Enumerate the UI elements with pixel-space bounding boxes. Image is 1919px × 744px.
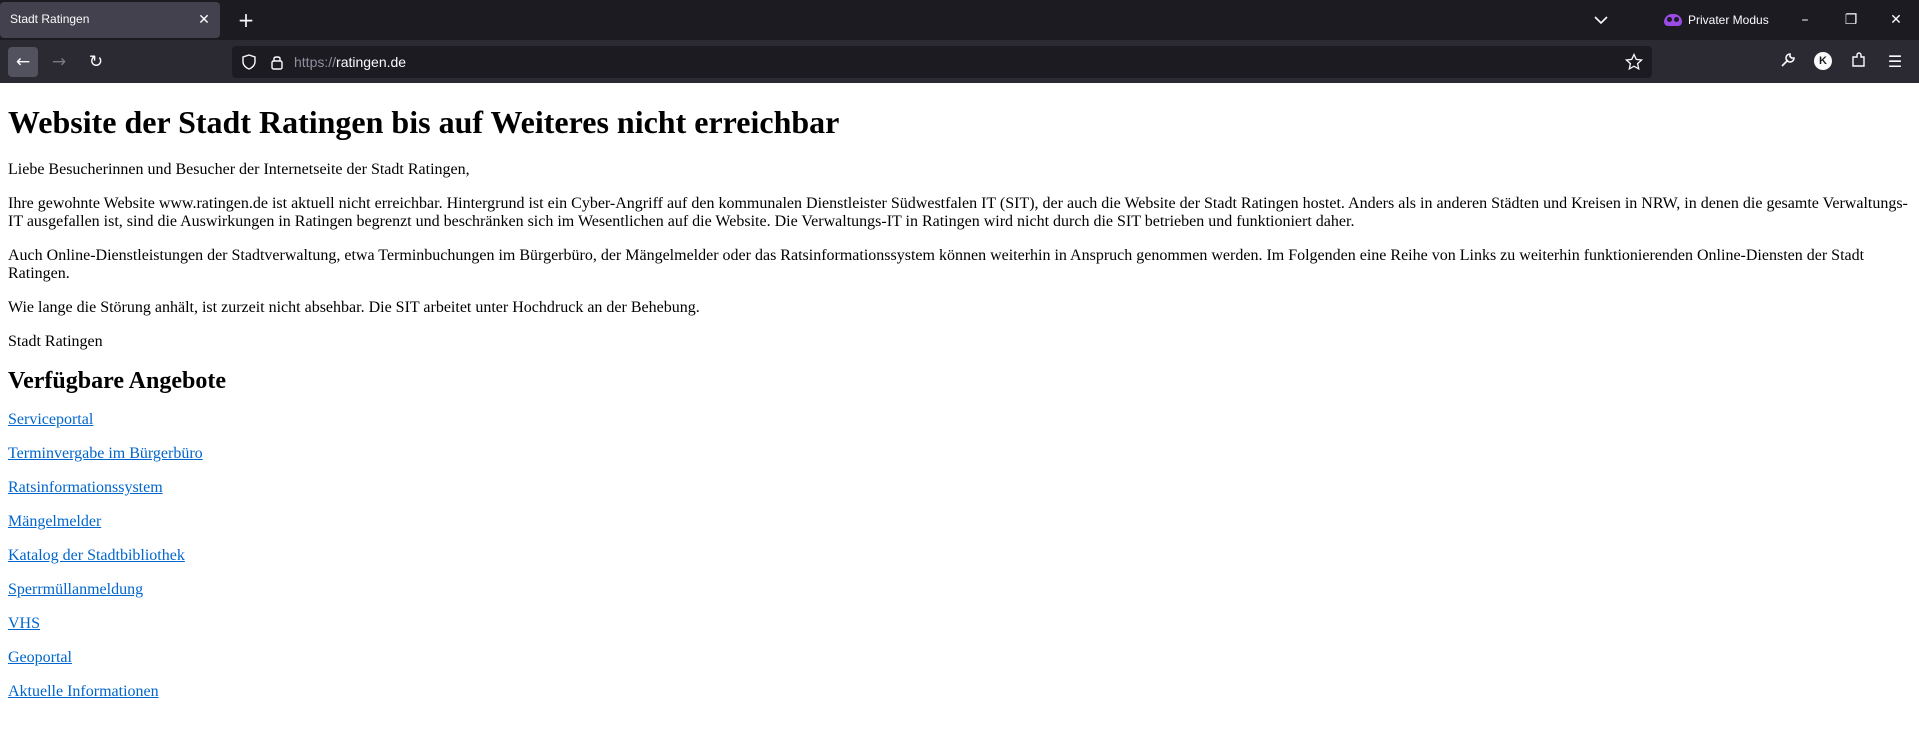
link-item: Geoportal [8,649,1911,667]
close-tab-icon[interactable]: ✕ [194,10,214,30]
private-mode-label: Privater Modus [1688,13,1769,27]
link-maengelmelder[interactable]: Mängelmelder [8,513,101,530]
tab-active[interactable]: Stadt Ratingen ✕ [0,2,220,38]
private-mask-icon [1664,14,1682,26]
body-paragraph-1: Ihre gewohnte Website www.ratingen.de is… [8,195,1908,230]
body-paragraph-2: Auch Online-Dienstleistungen der Stadtve… [8,247,1865,282]
url-host: ratingen.de [336,54,407,70]
link-stadtbibliothek[interactable]: Katalog der Stadtbibliothek [8,547,185,564]
link-ratsinformationssystem[interactable]: Ratsinformationssystem [8,479,163,496]
link-item: Ratsinformationssystem [8,479,1911,497]
url-scheme: https:// [294,54,337,70]
link-aktuelle-informationen[interactable]: Aktuelle Informationen [8,683,159,700]
extensions-puzzle-icon[interactable] [1848,51,1870,73]
link-terminvergabe[interactable]: Terminvergabe im Bürgerbüro [8,445,203,462]
forward-icon[interactable]: → [44,47,74,77]
link-sperrmuell[interactable]: Sperrmüllanmeldung [8,581,143,598]
signature-text: Stadt Ratingen [8,333,103,350]
minimize-icon[interactable]: – [1782,6,1828,34]
lock-icon[interactable] [268,53,286,71]
window-close-icon[interactable]: ✕ [1873,6,1919,34]
body-paragraph-3: Wie lange die Störung anhält, ist zurzei… [8,299,700,316]
link-item: VHS [8,615,1911,633]
url-text[interactable]: https://ratingen.de [294,54,406,70]
browser-chrome: Stadt Ratingen ✕ + Privater Modus – ❐ ✕ … [0,0,1919,83]
link-serviceportal[interactable]: Serviceportal [8,411,93,428]
link-item: Katalog der Stadtbibliothek [8,547,1911,565]
tab-title: Stadt Ratingen [10,12,90,26]
link-item: Serviceportal [8,411,1911,429]
navigation-toolbar: ← → ↻ https://ratingen.de K ☰ [0,40,1919,83]
page-content: Website der Stadt Ratingen bis auf Weite… [8,83,1911,701]
back-icon[interactable]: ← [8,47,38,77]
reload-icon[interactable]: ↻ [81,47,111,77]
link-item: Terminvergabe im Bürgerbüro [8,445,1911,463]
link-item: Mängelmelder [8,513,1911,531]
bookmark-star-icon[interactable] [1624,52,1644,72]
tracking-shield-icon[interactable] [240,53,258,71]
tab-list-chevron-down-icon[interactable] [1590,9,1612,31]
greeting-text: Liebe Besucherinnen und Besucher der Int… [8,161,470,178]
private-mode-indicator: Privater Modus [1664,9,1769,31]
new-tab-icon[interactable]: + [234,8,258,32]
url-bar[interactable]: https://ratingen.de [232,46,1652,78]
section-heading-angebote: Verfügbare Angebote [8,368,226,394]
restore-icon[interactable]: ❐ [1828,6,1874,34]
tab-bar: Stadt Ratingen ✕ + Privater Modus – ❐ ✕ [0,0,1919,40]
wrench-icon[interactable] [1777,51,1799,73]
link-item: Aktuelle Informationen [8,683,1911,701]
account-avatar[interactable]: K [1814,52,1832,70]
menu-hamburger-icon[interactable]: ☰ [1884,51,1906,73]
page-title: Website der Stadt Ratingen bis auf Weite… [8,104,840,140]
link-vhs[interactable]: VHS [8,615,40,632]
link-geoportal[interactable]: Geoportal [8,649,72,666]
link-item: Sperrmüllanmeldung [8,581,1911,599]
